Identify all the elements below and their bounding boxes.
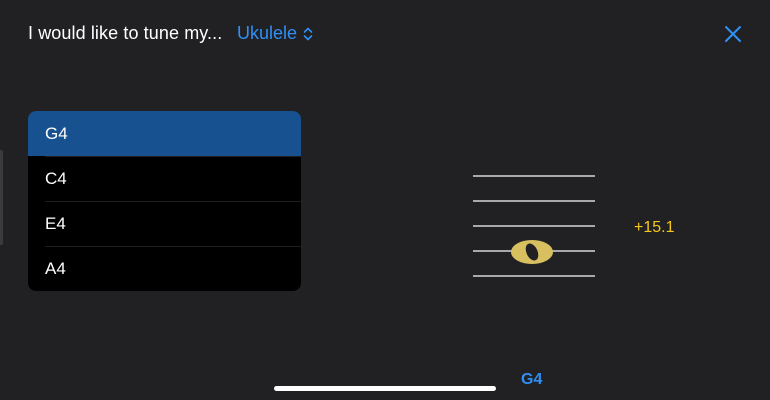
- string-label: C4: [45, 168, 67, 188]
- cents-offset: +15.1: [634, 219, 675, 236]
- string-list: G4 C4 E4 A4: [28, 111, 301, 291]
- close-icon[interactable]: [722, 23, 744, 45]
- music-staff-icon: [473, 175, 595, 277]
- string-label: A4: [45, 258, 66, 278]
- instrument-picker[interactable]: Ukulele: [237, 23, 313, 44]
- string-item-c4[interactable]: C4: [28, 156, 301, 201]
- string-label: G4: [45, 123, 68, 143]
- detected-note: G4: [521, 371, 543, 388]
- instrument-label: Ukulele: [237, 23, 298, 43]
- string-item-g4[interactable]: G4: [28, 111, 301, 156]
- chevron-up-down-icon: [303, 27, 313, 40]
- tune-prompt: I would like to tune my...: [28, 23, 223, 43]
- side-handle[interactable]: [0, 150, 3, 245]
- whole-note-icon: [511, 240, 553, 264]
- tuner-screen: I would like to tune my... Ukulele G4 C4…: [0, 0, 770, 400]
- string-item-a4[interactable]: A4: [28, 246, 301, 291]
- home-indicator[interactable]: [274, 386, 496, 391]
- string-item-e4[interactable]: E4: [28, 201, 301, 246]
- string-label: E4: [45, 213, 66, 233]
